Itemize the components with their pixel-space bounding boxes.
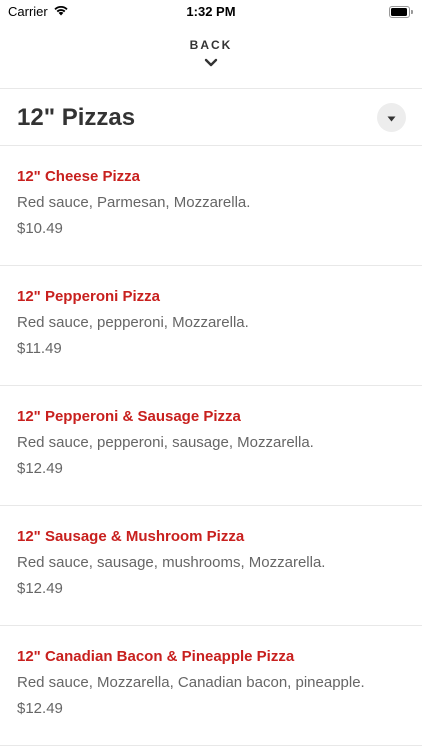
category-header: 12" Pizzas [0, 89, 422, 145]
caret-down-icon [387, 109, 396, 127]
item-price: $10.49 [17, 220, 63, 237]
battery-icon [389, 6, 413, 18]
menu-item[interactable]: 12" Cheese Pizza Red sauce, Parmesan, Mo… [0, 146, 422, 266]
item-name: 12" Pepperoni & Sausage Pizza [17, 408, 241, 425]
item-name: 12" Canadian Bacon & Pineapple Pizza [17, 648, 295, 665]
item-price: $12.49 [17, 460, 63, 477]
item-description: Red sauce, sausage, mushrooms, Mozzarell… [17, 554, 326, 571]
item-name: 12" Cheese Pizza [17, 168, 141, 185]
menu-item[interactable]: 12" Pepperoni & Sausage Pizza Red sauce,… [0, 386, 422, 506]
item-description: Red sauce, pepperoni, sausage, Mozzarell… [17, 434, 314, 451]
item-price: $12.49 [17, 580, 63, 597]
item-description: Red sauce, Parmesan, Mozzarella. [17, 194, 251, 211]
back-button[interactable]: BACK [0, 38, 422, 80]
chevron-down-icon [204, 54, 218, 72]
status-bar: Carrier 1:32 PM [0, 0, 422, 24]
back-label: BACK [189, 38, 233, 52]
menu-item[interactable]: 12" Canadian Bacon & Pineapple Pizza Red… [0, 626, 422, 746]
menu-item[interactable]: 12" Sausage & Mushroom Pizza Red sauce, … [0, 506, 422, 626]
category-title: 12" Pizzas [17, 104, 136, 131]
menu-item[interactable]: 12" Pepperoni Pizza Red sauce, pepperoni… [0, 266, 422, 386]
category-dropdown-button[interactable] [377, 103, 406, 132]
item-description: Red sauce, Mozzarella, Canadian bacon, p… [17, 674, 365, 691]
status-time: 1:32 PM [186, 4, 236, 19]
item-description: Red sauce, pepperoni, Mozzarella. [17, 314, 249, 331]
item-name: 12" Sausage & Mushroom Pizza [17, 528, 245, 545]
item-price: $11.49 [17, 340, 62, 357]
item-price: $12.49 [17, 700, 63, 717]
item-name: 12" Pepperoni Pizza [17, 288, 160, 305]
